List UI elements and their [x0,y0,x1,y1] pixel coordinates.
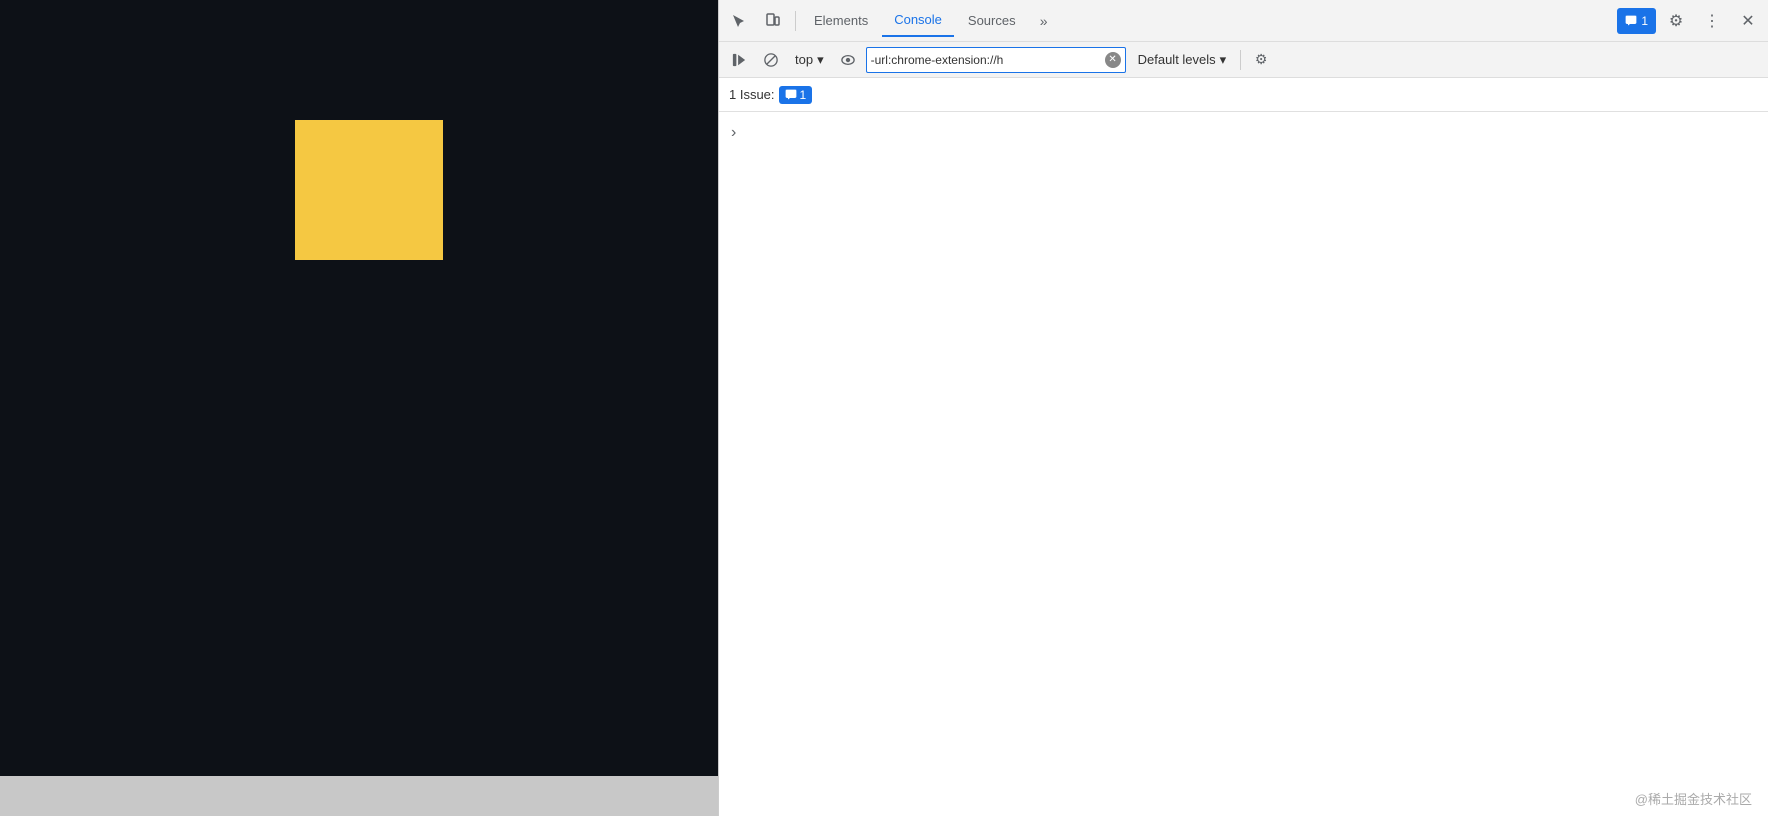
console-run-button[interactable] [725,46,753,74]
more-tabs-button[interactable]: » [1030,7,1058,35]
toolbar-separator [1240,50,1241,70]
console-toolbar: top ▾ ✕ Default levels ▾ ⚙ [719,42,1768,78]
eye-icon [841,53,855,67]
levels-arrow-icon: ▾ [1220,52,1227,68]
inspect-element-button[interactable] [723,5,755,37]
webpage-panel [0,0,718,816]
context-selector-button[interactable]: top ▾ [789,46,830,74]
context-label: top [795,52,813,67]
block-icon [764,53,778,67]
devtools-panel: Elements Console Sources » 1 ⚙ [718,0,1768,816]
eye-filter-button[interactable] [834,46,862,74]
cursor-icon [731,13,747,29]
issue-badge-button[interactable]: 1 [779,86,813,104]
devtools-tabbar: Elements Console Sources » 1 ⚙ [719,0,1768,42]
more-options-button[interactable]: ⋮ [1696,5,1728,37]
console-clear-button[interactable] [757,46,785,74]
console-content: › @稀土掘金技术社区 [719,112,1768,816]
message-icon [1625,15,1637,27]
tab-separator-1 [795,11,796,31]
tab-sources[interactable]: Sources [956,5,1028,37]
device-icon [765,13,781,29]
yellow-square [295,120,443,260]
console-settings-button[interactable]: ⚙ [1247,46,1275,74]
messages-badge-button[interactable]: 1 [1617,8,1656,34]
run-icon [732,53,746,67]
issue-badge-icon [785,89,797,101]
close-devtools-button[interactable]: ✕ [1732,5,1764,37]
settings-button[interactable]: ⚙ [1660,5,1692,37]
issue-badge-count: 1 [800,88,807,102]
url-filter-input[interactable] [871,53,1105,67]
console-expand-row[interactable]: › [719,120,1768,146]
issue-bar: 1 Issue: 1 [719,78,1768,112]
watermark: @稀土掘金技术社区 [1635,789,1752,808]
levels-label: Default levels [1138,52,1216,67]
webpage-footer [0,776,718,816]
tab-console[interactable]: Console [882,5,954,37]
tab-elements[interactable]: Elements [802,5,880,37]
url-filter-input-wrapper: ✕ [866,47,1126,73]
issue-count-label: 1 Issue: [729,87,775,102]
device-mode-button[interactable] [757,5,789,37]
context-arrow-icon: ▾ [817,52,824,68]
url-clear-button[interactable]: ✕ [1105,52,1121,68]
devtools-topright-icons: 1 ⚙ ⋮ ✕ [1617,5,1764,37]
expand-arrow-icon: › [731,124,736,142]
levels-selector-button[interactable]: Default levels ▾ [1130,46,1235,74]
